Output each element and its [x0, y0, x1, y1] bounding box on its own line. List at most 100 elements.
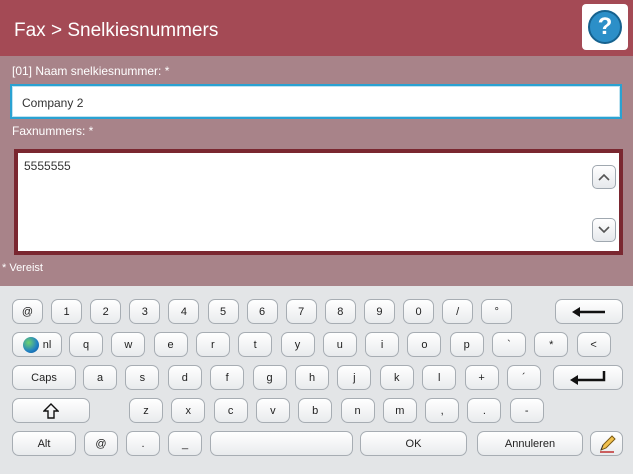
key-hyphen-label: -	[524, 404, 529, 417]
key-m-label: m	[395, 404, 405, 417]
key-1-label: 1	[63, 305, 70, 318]
name-input[interactable]: Company 2	[10, 84, 622, 119]
key-a[interactable]: a	[83, 365, 117, 390]
key-underscore-label: _	[181, 437, 189, 450]
key-q[interactable]: q	[69, 332, 103, 357]
key-k[interactable]: k	[379, 365, 414, 390]
key-plus[interactable]: +	[464, 365, 499, 390]
backspace-icon	[572, 306, 605, 317]
key-x-label: x	[185, 404, 192, 417]
key-acute[interactable]: ´	[507, 365, 541, 390]
key-s-label: s	[139, 371, 146, 384]
key-8[interactable]: 8	[324, 299, 356, 324]
key-r[interactable]: r	[195, 332, 230, 357]
key-7[interactable]: 7	[285, 299, 317, 324]
key-v[interactable]: v	[255, 398, 290, 423]
alt-key[interactable]: Alt	[12, 431, 76, 456]
key-at[interactable]: @	[12, 299, 43, 324]
key-6[interactable]: 6	[246, 299, 278, 324]
key-e[interactable]: e	[153, 332, 188, 357]
key-h[interactable]: h	[295, 365, 329, 390]
key-1[interactable]: 1	[51, 299, 83, 324]
help-button[interactable]: ?	[582, 4, 628, 50]
key-slash[interactable]: /	[442, 299, 474, 324]
key-x[interactable]: x	[171, 398, 206, 423]
key-at-bottom[interactable]: @	[84, 431, 118, 456]
key-hyphen[interactable]: -	[509, 398, 544, 423]
key-y[interactable]: y	[280, 332, 315, 357]
language-key[interactable]: nl	[12, 332, 62, 357]
key-p[interactable]: p	[449, 332, 484, 357]
key-0-label: 0	[415, 305, 422, 318]
shift-icon	[43, 402, 59, 419]
key-o[interactable]: o	[407, 332, 442, 357]
key-l[interactable]: l	[422, 365, 457, 390]
scroll-down-button[interactable]	[592, 218, 616, 242]
help-icon: ?	[588, 10, 622, 44]
key-j[interactable]: j	[337, 365, 372, 390]
key-2-label: 2	[102, 305, 109, 318]
fax-numbers-label: Faxnummers: *	[12, 124, 94, 138]
key-s[interactable]: s	[125, 365, 160, 390]
key-p-label: p	[463, 338, 470, 351]
key-less-than-label: <	[590, 338, 597, 351]
key-v-label: v	[270, 404, 276, 417]
key-d[interactable]: d	[167, 365, 202, 390]
key-w[interactable]: w	[111, 332, 146, 357]
enter-key[interactable]	[553, 365, 623, 390]
backspace-key[interactable]	[555, 299, 623, 324]
scroll-up-button[interactable]	[592, 165, 616, 189]
key-z-label: z	[143, 404, 149, 417]
key-a-label: a	[96, 371, 104, 384]
caps-lock-key[interactable]: Caps	[12, 365, 76, 390]
key-j-label: j	[353, 371, 356, 384]
key-i[interactable]: i	[365, 332, 400, 357]
key-b[interactable]: b	[298, 398, 333, 423]
key-backtick[interactable]: `	[492, 332, 526, 357]
cancel-button[interactable]: Annuleren	[477, 431, 583, 456]
language-key-label: nl	[42, 338, 52, 351]
key-c[interactable]: c	[213, 398, 248, 423]
space-key[interactable]	[210, 431, 353, 456]
key-degree[interactable]: °	[481, 299, 513, 324]
key-4[interactable]: 4	[168, 299, 200, 324]
key-dot-bottom[interactable]: .	[126, 431, 160, 456]
shift-key[interactable]	[12, 398, 90, 423]
key-m[interactable]: m	[382, 398, 417, 423]
key-less-than[interactable]: <	[576, 332, 611, 357]
key-f-label: f	[225, 371, 229, 384]
key-9[interactable]: 9	[363, 299, 395, 324]
key-t[interactable]: t	[238, 332, 273, 357]
key-u-label: u	[336, 338, 343, 351]
key-2[interactable]: 2	[90, 299, 122, 324]
key-period[interactable]: .	[467, 398, 502, 423]
key-q-label: q	[82, 338, 90, 351]
key-3[interactable]: 3	[129, 299, 161, 324]
key-backtick-label: `	[507, 338, 511, 351]
key-n[interactable]: n	[340, 398, 375, 423]
key-5[interactable]: 5	[207, 299, 239, 324]
key-3-label: 3	[141, 305, 148, 318]
key-n-label: n	[354, 404, 361, 417]
key-g[interactable]: g	[252, 365, 287, 390]
key-asterisk[interactable]: *	[534, 332, 569, 357]
key-acute-label: ´	[522, 371, 526, 384]
edit-button[interactable]	[590, 431, 623, 456]
cancel-button-label: Annuleren	[504, 437, 556, 450]
key-0[interactable]: 0	[403, 299, 434, 324]
chevron-down-icon	[598, 226, 610, 234]
key-u[interactable]: u	[322, 332, 357, 357]
key-g-label: g	[266, 371, 273, 384]
key-underscore[interactable]: _	[168, 431, 202, 456]
key-comma-label: ,	[440, 404, 444, 417]
key-plus-label: +	[478, 371, 485, 384]
required-note: * Vereist	[2, 262, 43, 274]
key-z[interactable]: z	[129, 398, 163, 423]
alt-key-label: Alt	[37, 437, 51, 450]
fax-numbers-input[interactable]: 5555555	[14, 149, 623, 255]
key-8-label: 8	[337, 305, 344, 318]
ok-button[interactable]: OK	[360, 431, 467, 456]
on-screen-keyboard: @1 2 3 4 5 6 7 8 9 0/° nl q w e r t y u i o p ` * < Caps a s d f g h j k…	[0, 286, 633, 474]
key-comma[interactable]: ,	[425, 398, 460, 423]
key-f[interactable]: f	[210, 365, 245, 390]
